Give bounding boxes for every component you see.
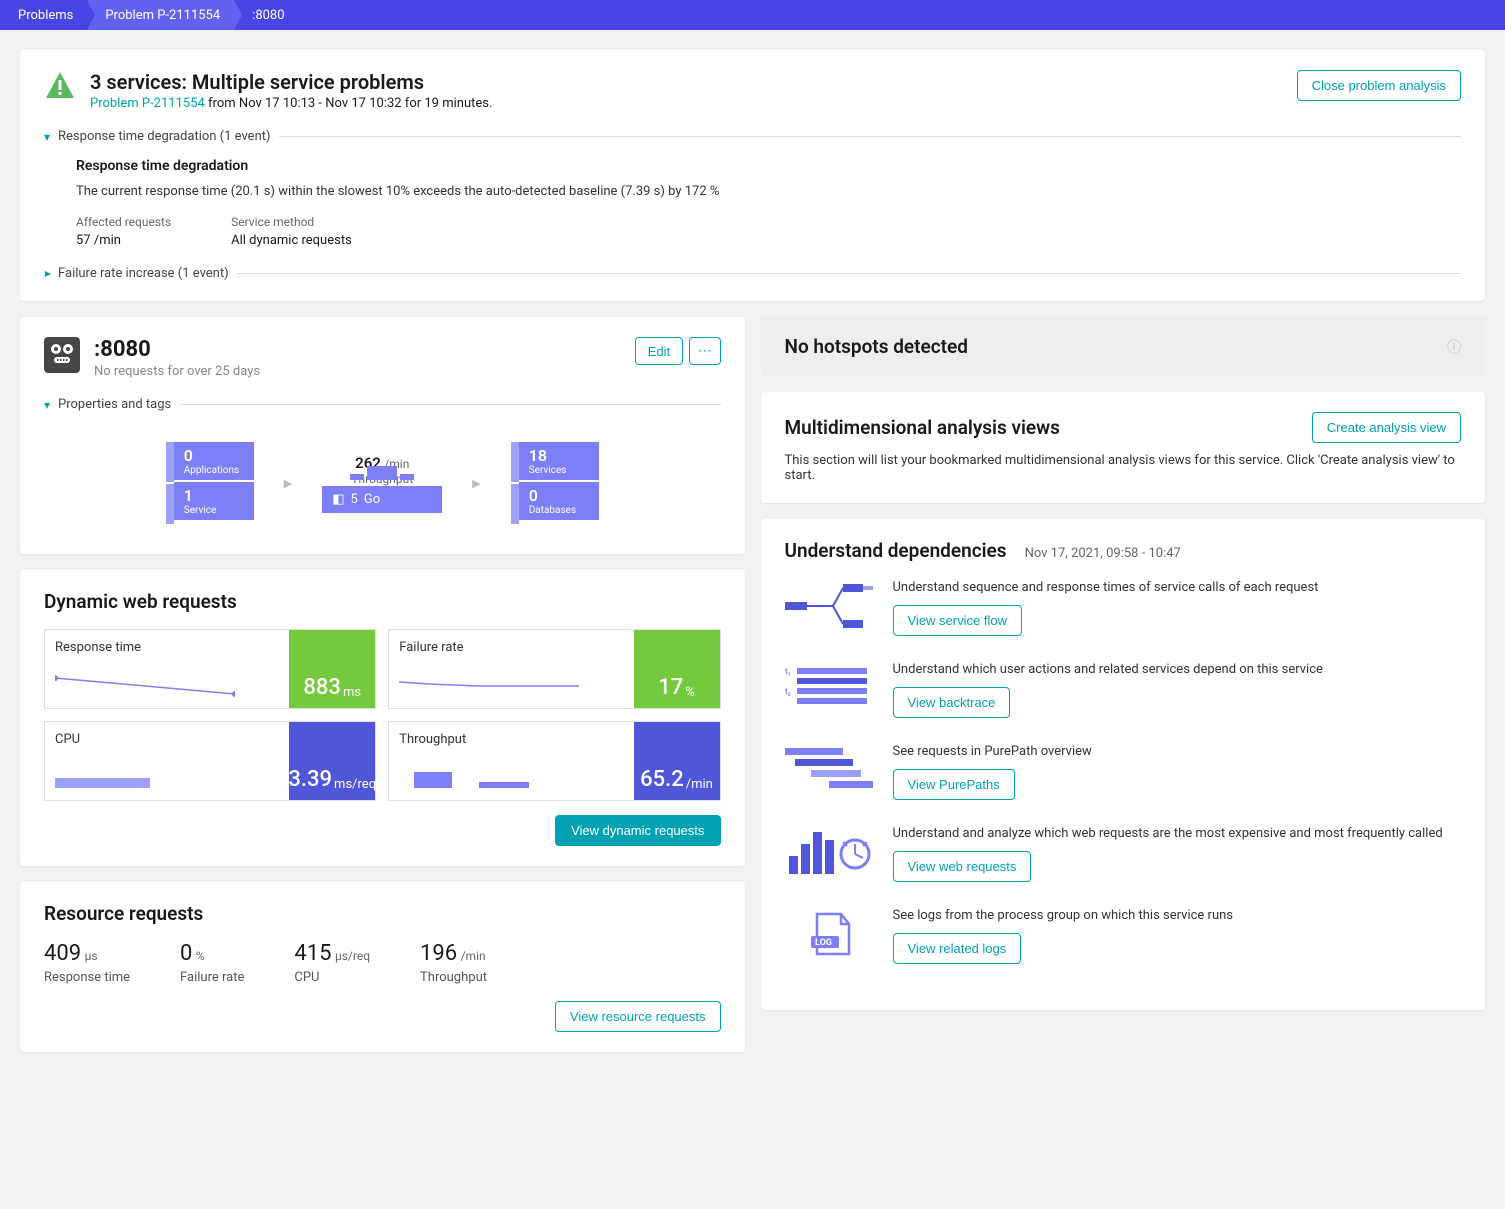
service-card: :8080 No requests for over 25 days Edit … <box>20 317 745 554</box>
deps-date: Nov 17, 2021, 09:58 - 10:47 <box>1025 546 1181 561</box>
dep-web-requests: Understand and analyze which web request… <box>785 826 1462 882</box>
info-icon[interactable]: ⓘ <box>1447 337 1461 357</box>
properties-toggle[interactable]: ▾ Properties and tags <box>44 397 721 412</box>
dep-desc: Understand which user actions and relate… <box>893 662 1323 677</box>
problem-meta: from Nov 17 10:13 - Nov 17 10:32 for 19 … <box>208 96 492 111</box>
view-dynamic-requests-button[interactable]: View dynamic requests <box>555 815 720 846</box>
event2-toggle[interactable]: ▾ Failure rate increase (1 event) <box>44 266 1461 281</box>
create-analysis-view-button[interactable]: Create analysis view <box>1312 412 1461 443</box>
deps-title: Understand dependencies <box>785 539 1007 562</box>
view-backtrace-button[interactable]: View backtrace <box>893 687 1011 718</box>
service-flow-diagram: 0Applications 1Service ▶ 262 /min Throug… <box>44 432 721 534</box>
go-icon: ◧ <box>332 492 344 507</box>
multidimensional-card: Multidimensional analysis views Create a… <box>761 392 1486 503</box>
service-title-text: :8080 <box>94 337 260 362</box>
affected-label: Affected requests <box>76 215 171 229</box>
chevron-down-icon: ▾ <box>44 130 50 144</box>
close-problem-button[interactable]: Close problem analysis <box>1297 70 1461 101</box>
problem-title: 3 services: Multiple service problems <box>90 70 492 94</box>
edit-button[interactable]: Edit <box>635 337 683 365</box>
multi-desc: This section will list your bookmarked m… <box>785 453 1462 483</box>
event2-header-label: Failure rate increase (1 event) <box>58 266 229 281</box>
flow-databases[interactable]: 0Databases <box>519 482 599 520</box>
res-throughput: 196 /minThroughput <box>420 941 487 985</box>
dynamic-requests-card: Dynamic web requests Response time 883ms… <box>20 570 745 866</box>
flow-service[interactable]: 1Service <box>174 482 254 520</box>
affected-value: 57 /min <box>76 233 171 248</box>
dynreq-title: Dynamic web requests <box>44 590 721 613</box>
view-resource-requests-button[interactable]: View resource requests <box>555 1001 721 1032</box>
service-flow-icon <box>785 580 875 632</box>
flow-applications[interactable]: 0Applications <box>174 442 254 480</box>
chevron-right-icon: ▾ <box>40 270 54 276</box>
dep-desc: See logs from the process group on which… <box>893 908 1234 923</box>
resource-requests-card: Resource requests 409 µsResponse time 0 … <box>20 882 745 1052</box>
backtrace-icon: t₁ t₂ <box>785 662 875 714</box>
svg-text:LOG: LOG <box>815 938 832 948</box>
web-requests-icon <box>785 826 875 878</box>
event1-details: Response time degradation The current re… <box>44 144 1461 248</box>
res-response-time: 409 µsResponse time <box>44 941 130 985</box>
warning-icon <box>44 70 76 102</box>
event1-toggle[interactable]: ▾ Response time degradation (1 event) <box>44 129 1461 144</box>
dep-purepaths: See requests in PurePath overview View P… <box>785 744 1462 800</box>
method-label: Service method <box>231 215 352 229</box>
breadcrumb-port[interactable]: :8080 <box>234 0 298 30</box>
dep-backtrace: t₁ t₂ Understand which user actions and r… <box>785 662 1462 718</box>
breadcrumb: Problems Problem P-2111554 :8080 <box>0 0 1505 30</box>
event1-desc: The current response time (20.1 s) withi… <box>76 184 1461 199</box>
view-related-logs-button[interactable]: View related logs <box>893 933 1022 964</box>
chevron-down-icon: ▾ <box>44 398 50 412</box>
method-value: All dynamic requests <box>231 233 352 248</box>
breadcrumb-problem-id[interactable]: Problem P-2111554 <box>87 0 234 30</box>
dep-service-flow: Understand sequence and response times o… <box>785 580 1462 636</box>
dep-desc: Understand sequence and response times o… <box>893 580 1319 595</box>
dep-desc: Understand and analyze which web request… <box>893 826 1443 841</box>
arrow-icon: ▶ <box>472 477 480 490</box>
view-purepaths-button[interactable]: View PurePaths <box>893 769 1015 800</box>
service-icon <box>44 337 80 373</box>
logs-icon: LOG <box>785 908 875 960</box>
tile-response-time[interactable]: Response time 883ms <box>44 629 376 709</box>
tile-failure-rate[interactable]: Failure rate 17% <box>388 629 720 709</box>
problem-link[interactable]: Problem P-2111554 <box>90 96 205 111</box>
view-web-requests-button[interactable]: View web requests <box>893 851 1032 882</box>
dependencies-card: Understand dependencies Nov 17, 2021, 09… <box>761 519 1486 1010</box>
breadcrumb-problems[interactable]: Problems <box>0 0 87 30</box>
problem-card: 3 services: Multiple service problems Pr… <box>20 50 1485 301</box>
service-subtitle: No requests for over 25 days <box>94 364 260 379</box>
properties-label: Properties and tags <box>58 397 171 412</box>
res-failure-rate: 0 %Failure rate <box>180 941 244 985</box>
res-cpu: 415 µs/reqCPU <box>294 941 370 985</box>
purepaths-icon <box>785 744 875 796</box>
more-button[interactable]: ⋯ <box>689 337 720 365</box>
dep-logs: LOG See logs from the process group on w… <box>785 908 1462 964</box>
tile-throughput[interactable]: Throughput 65.2/min <box>388 721 720 801</box>
event1-title: Response time degradation <box>76 158 1461 174</box>
tile-cpu[interactable]: CPU 3.39ms/req <box>44 721 376 801</box>
svg-text:t₁: t₁ <box>785 667 791 676</box>
hotspots-title: No hotspots detected <box>785 335 968 358</box>
view-service-flow-button[interactable]: View service flow <box>893 605 1022 636</box>
event1-header-label: Response time degradation (1 event) <box>58 129 271 144</box>
arrow-icon: ▶ <box>284 477 292 490</box>
dep-desc: See requests in PurePath overview <box>893 744 1092 759</box>
multi-title: Multidimensional analysis views <box>785 416 1060 439</box>
resreq-title: Resource requests <box>44 902 721 925</box>
hotspots-card: No hotspots detected ⓘ <box>761 317 1486 376</box>
svg-text:t₂: t₂ <box>785 687 791 696</box>
flow-go[interactable]: ◧ 5 Go <box>322 486 442 513</box>
flow-services[interactable]: 18Services <box>519 442 599 480</box>
